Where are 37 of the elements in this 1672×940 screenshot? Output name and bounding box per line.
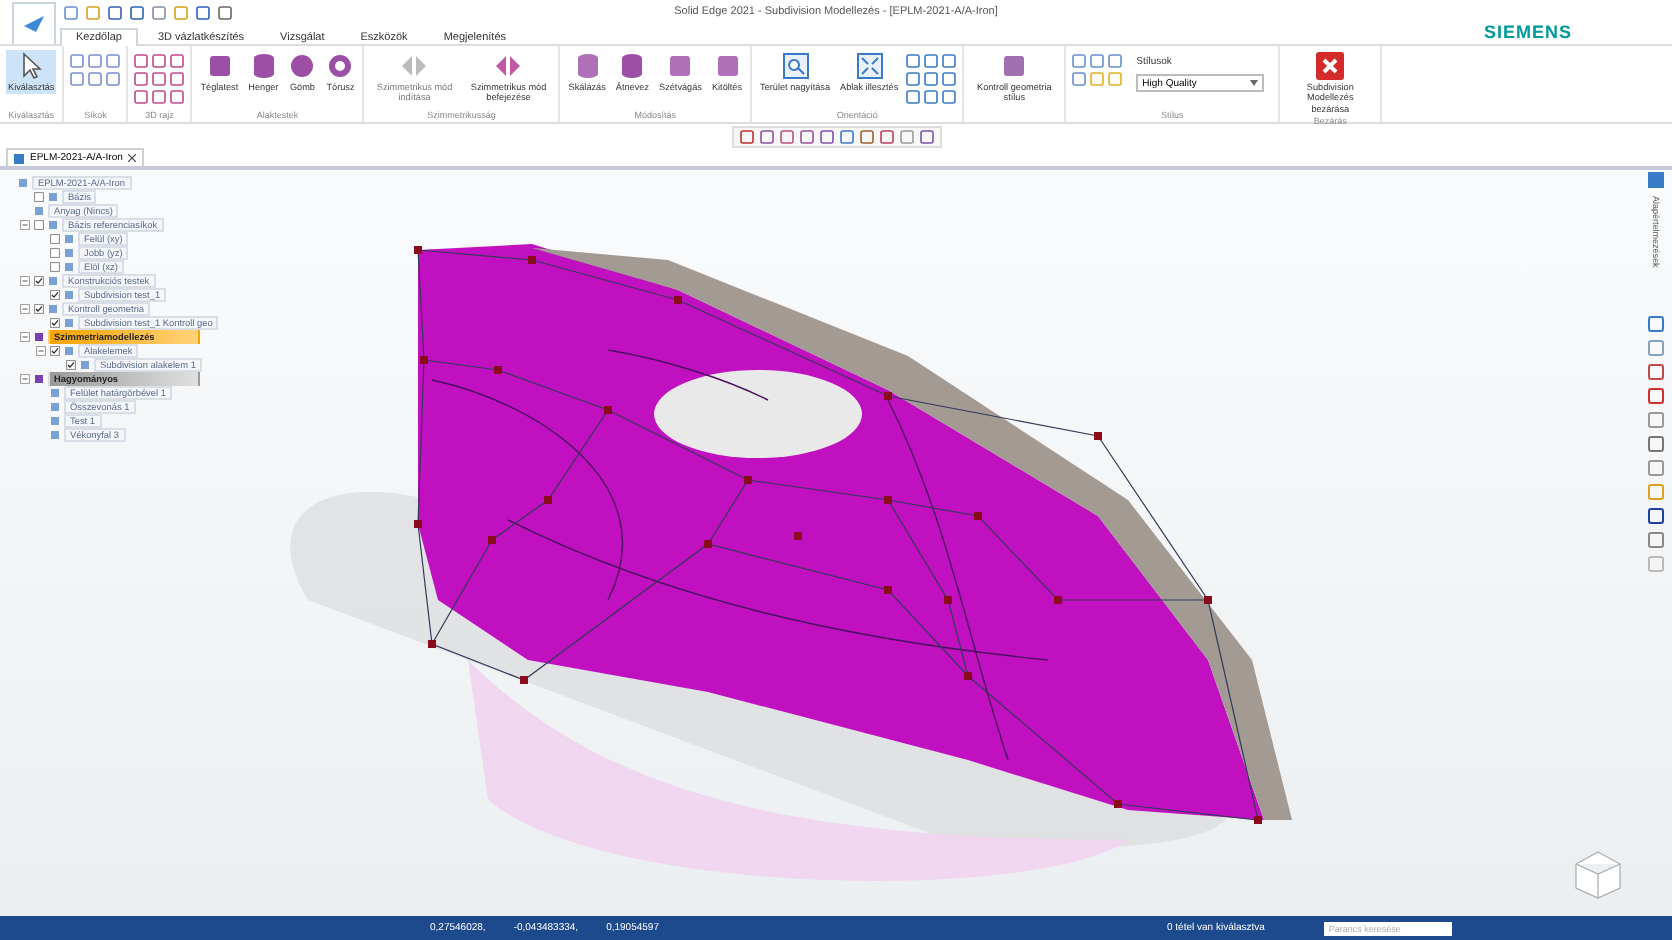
mirror-icon [494, 52, 523, 80]
close-icon[interactable] [128, 154, 137, 162]
view-cube-icon[interactable] [1572, 848, 1624, 900]
cylinder-icon [618, 52, 647, 80]
dropdown-caret-icon [1250, 80, 1259, 86]
close-icon [1316, 52, 1345, 80]
collapse-icon[interactable] [20, 374, 30, 384]
cylinder-icon [573, 52, 602, 80]
checkbox[interactable] [50, 318, 60, 328]
cylinder-icon [249, 52, 278, 80]
torus-icon [326, 52, 355, 80]
checkbox[interactable] [34, 276, 44, 286]
collapse-icon[interactable] [20, 332, 30, 342]
collapse-icon[interactable] [20, 276, 30, 286]
brand-logo: SIEMENS [1483, 22, 1572, 42]
feature-icon [18, 178, 28, 188]
sphere-icon [288, 52, 317, 80]
checkbox[interactable] [66, 360, 76, 370]
document-icon [14, 153, 24, 163]
feature-icon [34, 332, 44, 342]
checkbox[interactable] [50, 290, 60, 300]
app-logo-icon [22, 14, 46, 34]
checkbox[interactable] [34, 220, 44, 230]
collapse-icon[interactable] [36, 346, 46, 356]
pointer-icon [17, 52, 46, 80]
mirror-icon [400, 52, 429, 80]
checkbox[interactable] [50, 248, 60, 258]
collapse-icon[interactable] [20, 220, 30, 230]
checkbox[interactable] [50, 262, 60, 272]
collapse-icon[interactable] [20, 304, 30, 314]
checkbox[interactable] [34, 192, 44, 202]
checkbox[interactable] [50, 346, 60, 356]
fit-view-icon [855, 52, 884, 80]
checkbox[interactable] [34, 304, 44, 314]
zoom-icon [781, 52, 810, 80]
checkbox[interactable] [50, 234, 60, 244]
app-menu-button[interactable] [12, 2, 56, 46]
